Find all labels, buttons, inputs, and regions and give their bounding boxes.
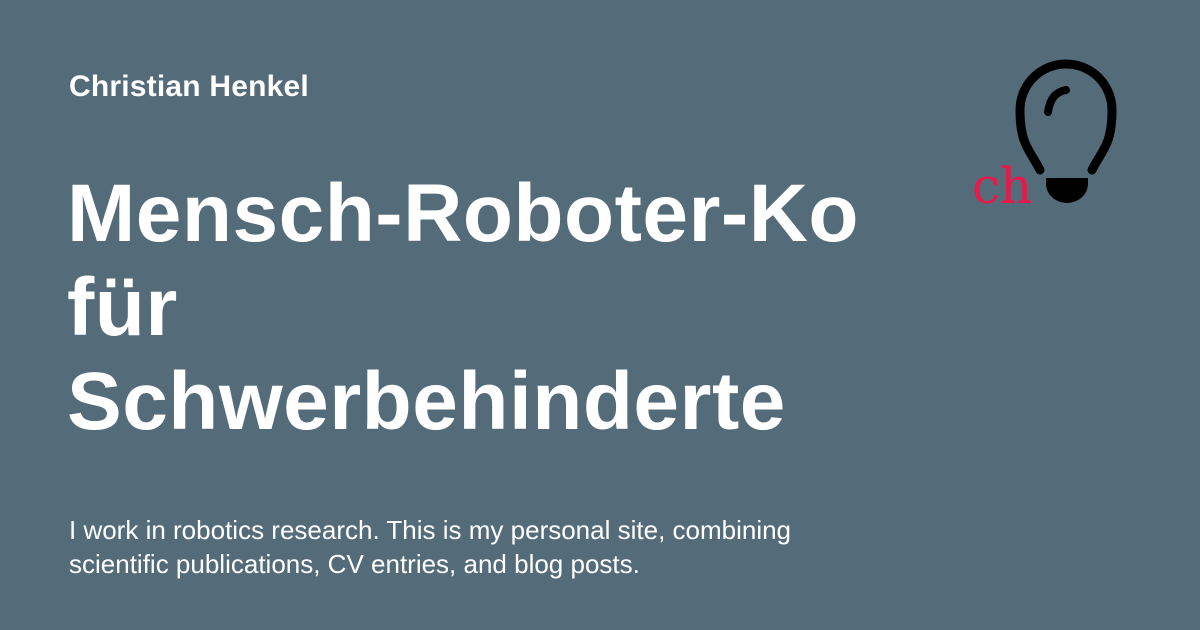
lightbulb-icon: ch bbox=[972, 59, 1117, 215]
page-title: Mensch-Roboter-Ko für Schwerbehinderte bbox=[67, 167, 889, 449]
site-description: I work in robotics research. This is my … bbox=[69, 515, 792, 579]
site-logo: ch bbox=[960, 50, 1130, 220]
title-line: Schwerbehinderte bbox=[67, 356, 786, 447]
author-name: Christian Henkel bbox=[69, 70, 309, 103]
title-line: Mensch-Roboter-Ko bbox=[67, 168, 860, 259]
logo-text: ch bbox=[972, 157, 1032, 215]
title-line: für bbox=[67, 262, 178, 353]
